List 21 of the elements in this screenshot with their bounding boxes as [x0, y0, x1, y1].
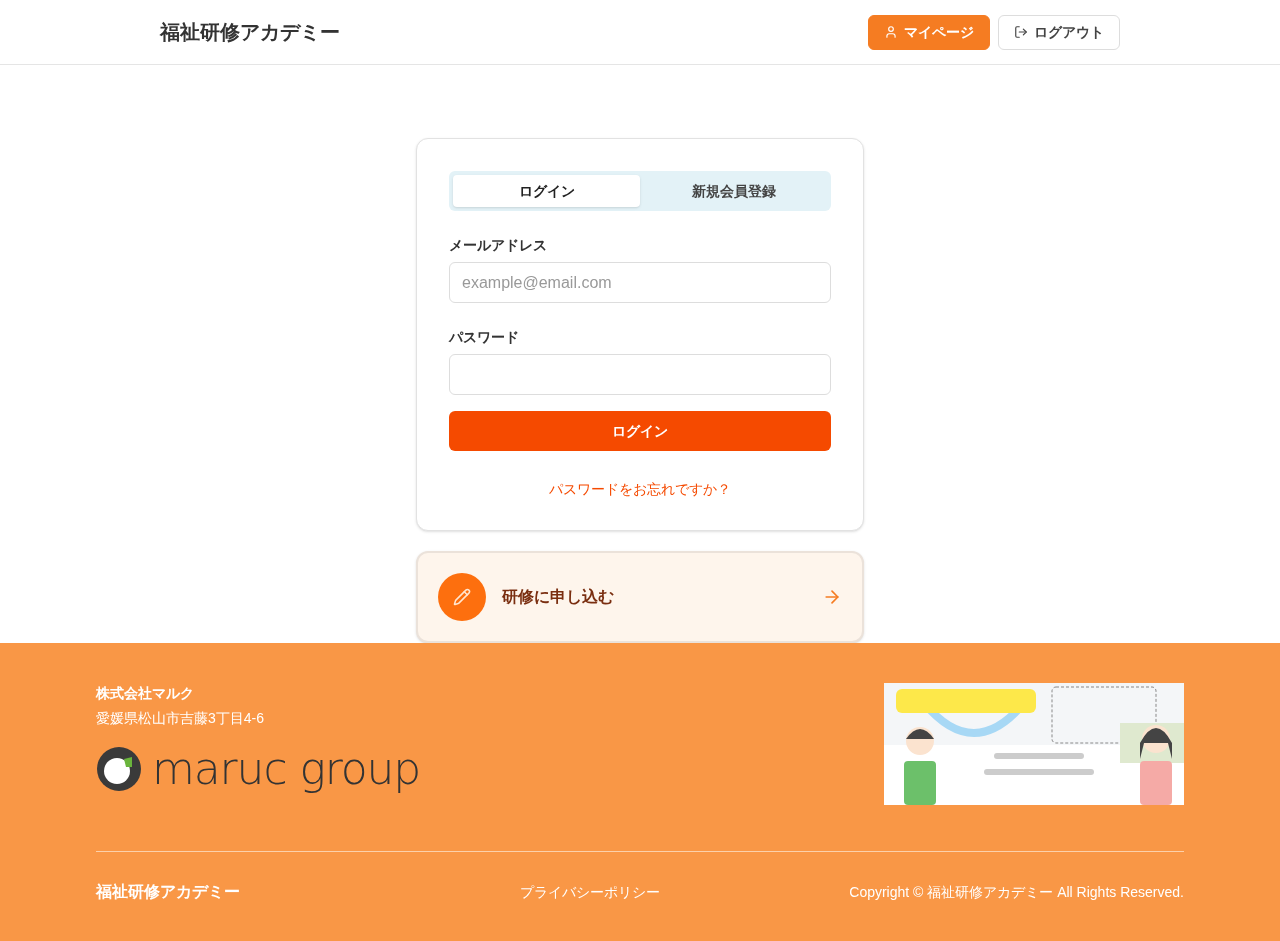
user-icon — [884, 25, 898, 39]
copyright-text: Copyright © 福祉研修アカデミー All Rights Reserved. — [848, 882, 1184, 902]
logout-icon — [1014, 25, 1028, 39]
logo-text: maruc group — [152, 747, 421, 791]
company-address: 愛媛県松山市吉藤3丁目4-6 — [96, 709, 266, 728]
login-button[interactable]: ログイン — [449, 411, 831, 451]
input-field[interactable]: example@email.com — [449, 262, 831, 303]
apply-card[interactable]: 研修に申し込む — [416, 551, 864, 643]
tab[interactable]: ログイン — [453, 175, 640, 207]
field-label: パスワード — [449, 328, 520, 347]
logout-button[interactable]: ログアウト — [998, 14, 1120, 50]
apply-label: 研修に申し込む — [502, 587, 615, 607]
company-name: 株式会社マルク — [96, 684, 195, 703]
input-field[interactable] — [449, 354, 831, 395]
logo-mark-icon — [96, 745, 142, 793]
site-title[interactable]: 福祉研修アカデミー — [160, 17, 340, 47]
forgot-password-link[interactable]: パスワードをお忘れですか？ — [549, 479, 731, 500]
pencil-icon — [438, 573, 486, 621]
footer-site-title: 福祉研修アカデミー — [96, 882, 241, 902]
field-label: メールアドレス — [449, 236, 548, 255]
tab[interactable]: 新規会員登録 — [640, 175, 827, 207]
